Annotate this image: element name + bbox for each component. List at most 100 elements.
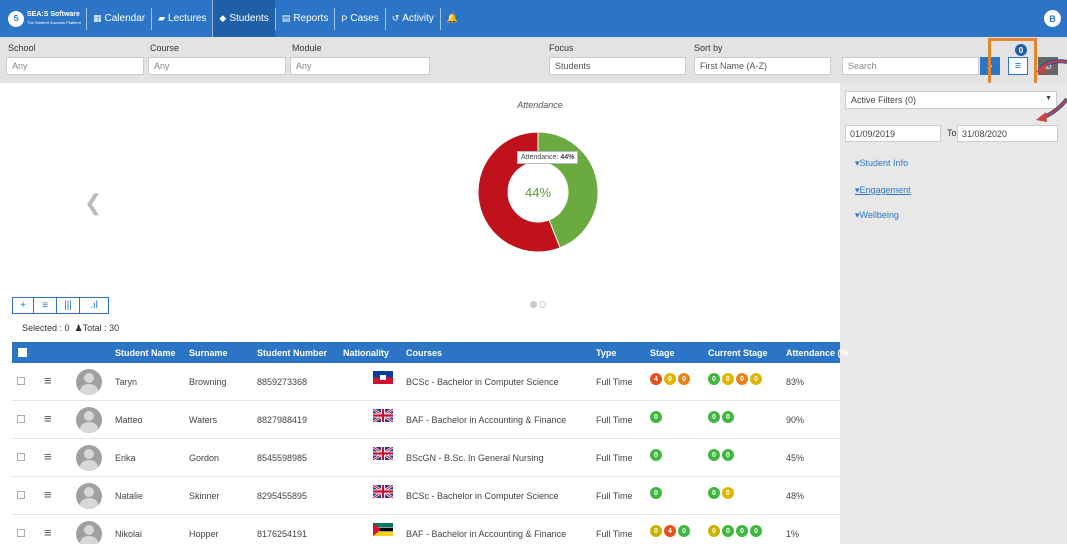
row-menu-icon[interactable]: ≡ xyxy=(44,449,52,464)
table-row[interactable]: ≡ Nikolai Hopper 8176254191 BAF - Bachelor i… xyxy=(12,515,840,544)
col-stage[interactable]: Stage xyxy=(650,348,675,358)
search-input[interactable]: Search xyxy=(842,57,979,75)
col-courses[interactable]: Courses xyxy=(406,348,442,358)
student-name[interactable]: Taryn xyxy=(115,377,137,387)
row-menu-icon[interactable]: ≡ xyxy=(44,373,52,388)
stage-badge[interactable]: 0 xyxy=(650,411,662,423)
stage-badge[interactable]: 4 xyxy=(650,373,662,385)
col-student-number[interactable]: Student Number xyxy=(257,348,327,358)
row-menu-icon[interactable]: ≡ xyxy=(44,525,52,540)
row-menu-icon[interactable]: ≡ xyxy=(44,411,52,426)
col-type[interactable]: Type xyxy=(596,348,616,358)
table-row[interactable]: ≡ Taryn Browning 8859273368 BCSc - Bachelor … xyxy=(12,363,840,401)
avatar[interactable] xyxy=(76,483,102,509)
stage-badge[interactable]: 0 xyxy=(722,411,734,423)
module-select[interactable]: Any xyxy=(290,57,430,75)
add-button[interactable]: + xyxy=(12,297,34,314)
col-current-stage[interactable]: Current Stage xyxy=(708,348,768,358)
nav-cases[interactable]: P Cases xyxy=(334,7,384,30)
date-from-input[interactable]: 01/09/2019 xyxy=(845,125,941,142)
stage-badge[interactable]: 0 xyxy=(678,525,690,537)
stage-badge[interactable]: 0 xyxy=(722,487,734,499)
stage-badge[interactable]: 0 xyxy=(736,525,748,537)
attendance-value: 1% xyxy=(786,529,800,539)
stage-badge[interactable]: 0 xyxy=(708,411,720,423)
section-wellbeing[interactable]: ▾Wellbeing xyxy=(855,210,899,221)
section-engagement[interactable]: ▾Engagement xyxy=(855,185,911,196)
avatar[interactable] xyxy=(76,521,102,544)
nav-calendar[interactable]: ▦ Calendar xyxy=(86,7,151,30)
student-number: 8295455895 xyxy=(257,491,308,501)
col-surname[interactable]: Surname xyxy=(189,348,228,358)
chevron-left-icon[interactable]: ❮ xyxy=(84,190,102,216)
current-stage-badges: 00 xyxy=(708,487,734,499)
list-view-button[interactable]: ≡ xyxy=(33,297,57,314)
stage-badge[interactable]: 0 xyxy=(650,525,662,537)
stage-badge[interactable]: 0 xyxy=(708,525,720,537)
nav-lectures[interactable]: ▰ Lectures xyxy=(151,7,212,30)
columns-view-button[interactable]: ||| xyxy=(56,297,80,314)
stage-badge[interactable]: 0 xyxy=(722,373,734,385)
course-select[interactable]: Any xyxy=(148,57,286,75)
row-menu-icon[interactable]: ≡ xyxy=(44,487,52,502)
stage-badge[interactable]: 0 xyxy=(650,449,662,461)
stage-badge[interactable]: 0 xyxy=(708,487,720,499)
sort-select[interactable]: First Name (A-Z) xyxy=(694,57,831,75)
nav-students[interactable]: ◆ Students xyxy=(212,0,275,37)
stage-badge[interactable]: 0 xyxy=(750,525,762,537)
stage-badge[interactable]: 0 xyxy=(664,373,676,385)
stage-badge[interactable]: 0 xyxy=(722,449,734,461)
section-student-info[interactable]: ▾Student Info xyxy=(855,158,908,169)
avatar[interactable] xyxy=(76,407,102,433)
module-label: Module xyxy=(292,43,322,53)
chart-view-button[interactable]: .ıl xyxy=(79,297,109,314)
nav-notifications[interactable]: 🔔 xyxy=(439,7,467,30)
student-number: 8859273368 xyxy=(257,377,308,387)
school-select[interactable]: Any xyxy=(6,57,144,75)
row-checkbox[interactable] xyxy=(17,529,25,537)
attendance-donut-chart: 44% xyxy=(477,131,599,253)
student-name[interactable]: Natalie xyxy=(115,491,143,501)
current-stage-badges: 00 xyxy=(708,449,734,461)
chart-tooltip: Attendance: 44% xyxy=(517,151,579,164)
uk-flag-icon xyxy=(373,409,393,422)
stage-badge[interactable]: 0 xyxy=(708,449,720,461)
stage-badge[interactable]: 4 xyxy=(664,525,676,537)
student-name[interactable]: Matteo xyxy=(115,415,143,425)
table-row[interactable]: ≡ Matteo Waters 8827988419 BAF - Bachelor in… xyxy=(12,401,840,439)
logo-subtitle: The Student Success Platform xyxy=(27,19,82,25)
current-stage-badges: 0000 xyxy=(708,525,762,537)
person-icon: ♟ xyxy=(74,323,83,333)
stage-badge[interactable]: 0 xyxy=(722,525,734,537)
col-student-name[interactable]: Student Name xyxy=(115,348,176,358)
row-checkbox[interactable] xyxy=(17,491,25,499)
carousel-dot[interactable] xyxy=(530,301,537,308)
avatar[interactable] xyxy=(76,369,102,395)
row-checkbox[interactable] xyxy=(17,377,25,385)
bar-chart-icon: .ıl xyxy=(90,300,98,311)
stage-badge[interactable]: 0 xyxy=(650,487,662,499)
table-row[interactable]: ≡ Natalie Skinner 8295455895 BCSc - Bachelor… xyxy=(12,477,840,515)
logo[interactable]: S SEA:S Software The Student Success Plat… xyxy=(8,10,86,27)
student-name[interactable]: Nikolai xyxy=(115,529,142,539)
avatar[interactable] xyxy=(76,445,102,471)
stage-badge[interactable]: 0 xyxy=(708,373,720,385)
calendar-icon: ▦ xyxy=(93,13,102,23)
student-name[interactable]: Erika xyxy=(115,453,136,463)
row-checkbox[interactable] xyxy=(17,415,25,423)
user-avatar[interactable]: B xyxy=(1044,10,1061,27)
surname: Browning xyxy=(189,377,227,387)
row-checkbox[interactable] xyxy=(17,453,25,461)
course-label: Course xyxy=(150,43,180,53)
select-all-checkbox[interactable] xyxy=(18,348,27,357)
nav-activity[interactable]: ↺ Activity xyxy=(384,7,440,30)
col-nationality[interactable]: Nationality xyxy=(343,348,389,358)
stage-badge[interactable]: 0 xyxy=(678,373,690,385)
stage-badge[interactable]: 0 xyxy=(736,373,748,385)
focus-select[interactable]: Students xyxy=(549,57,686,75)
stage-badge[interactable]: 0 xyxy=(750,373,762,385)
table-row[interactable]: ≡ Erika Gordon 8545598985 BScGN - B.Sc. In G… xyxy=(12,439,840,477)
nav-reports[interactable]: ▤ Reports xyxy=(274,7,335,30)
carousel-dot[interactable] xyxy=(539,301,546,308)
col-attendance[interactable]: Attendance (% xyxy=(786,348,849,358)
